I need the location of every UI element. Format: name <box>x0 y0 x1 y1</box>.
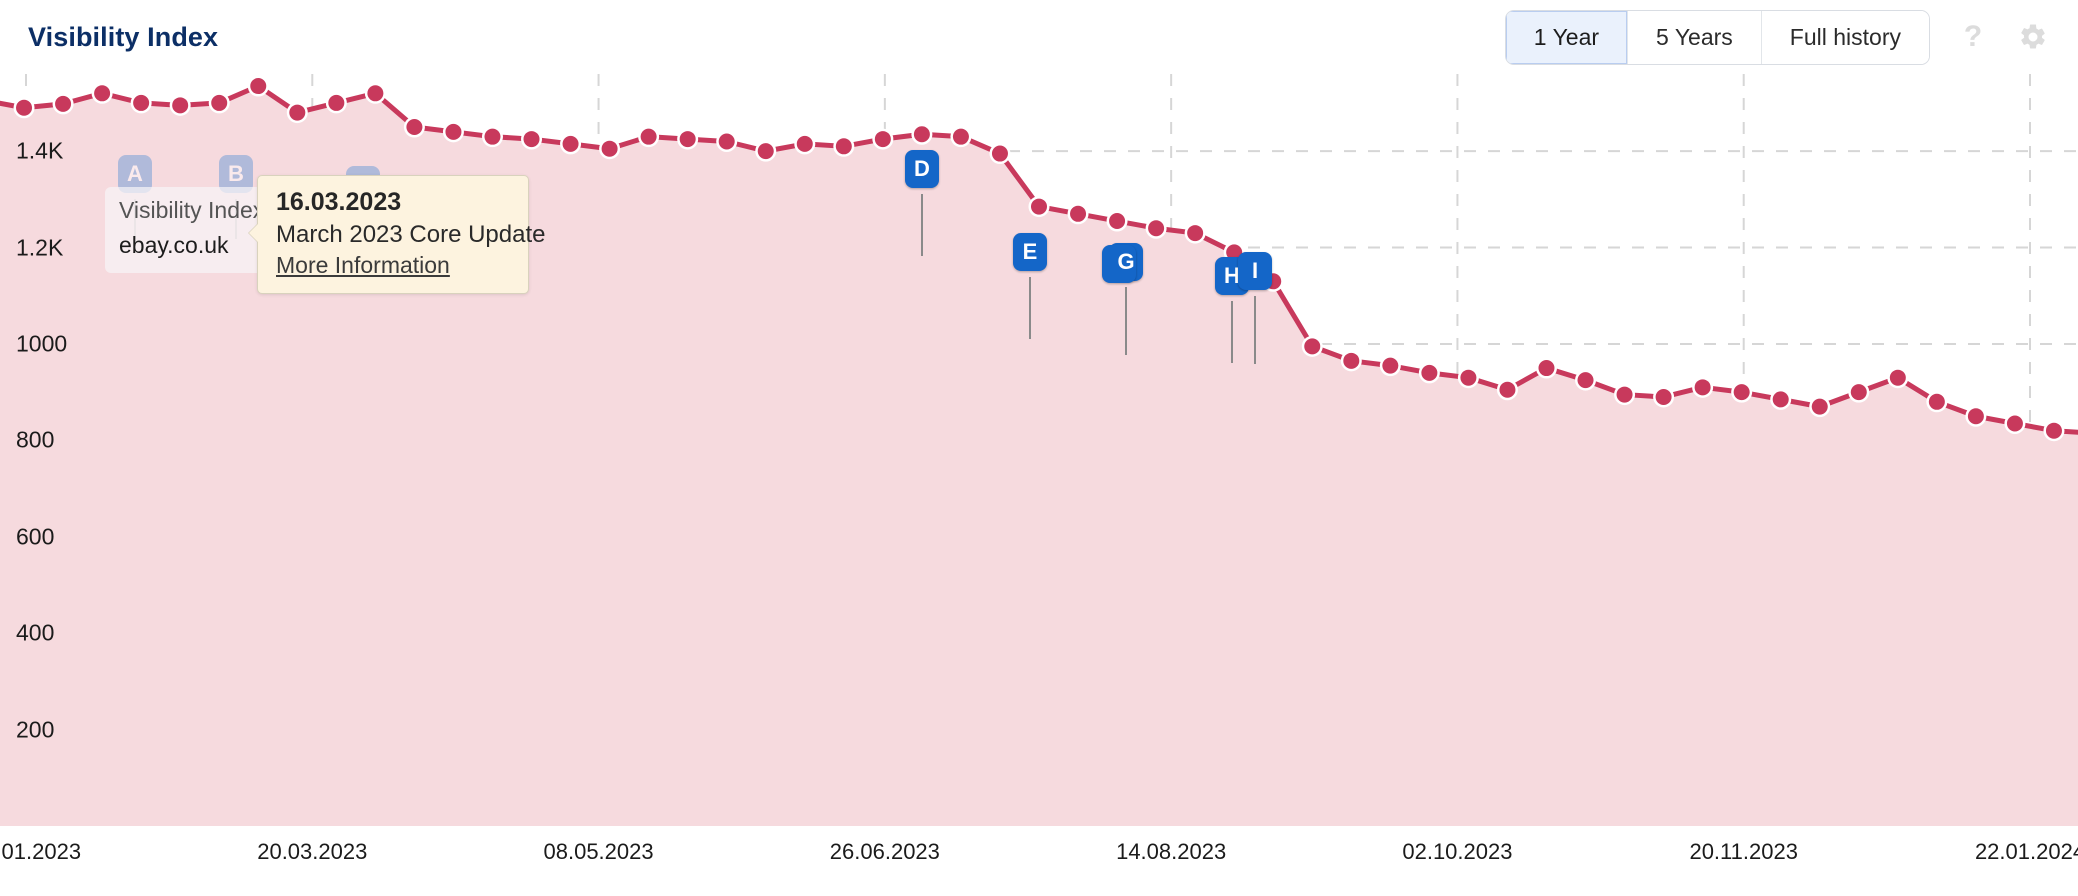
event-marker-D[interactable]: D <box>905 150 939 256</box>
y-tick-200: 200 <box>16 716 55 743</box>
event-marker-badge-E[interactable]: E <box>1013 233 1047 271</box>
plot-area: 1.4K1.2K1000800600400200 ABCDEGHI Visibi… <box>0 74 2078 826</box>
y-tick-400: 400 <box>16 619 55 646</box>
y-tick-800: 800 <box>16 426 55 453</box>
event-marker-badge-I[interactable]: I <box>1238 252 1272 290</box>
x-tick-20.11.2023: 20.11.2023 <box>1689 839 1798 864</box>
y-tick-1.4K: 1.4K <box>16 137 64 164</box>
event-marker-stem-H <box>1231 301 1233 363</box>
range-button-1-year[interactable]: 1 Year <box>1505 10 1629 64</box>
x-axis: 16.01.2023 20.03.2023 08.05.2023 26.06.2023… <box>0 826 2078 896</box>
x-tick-08.05.2023: 08.05.2023 <box>543 839 654 864</box>
time-range-segmented-control[interactable]: 1 Year 5 Years Full history <box>1504 9 1930 65</box>
event-marker-badge-G[interactable]: G <box>1102 243 1143 283</box>
y-tick-600: 600 <box>16 523 55 550</box>
tooltip-event-name: March 2023 Core Update <box>276 221 546 248</box>
page-title: Visibility Index <box>28 21 219 52</box>
range-button-full-history[interactable]: Full history <box>1761 10 1929 64</box>
event-marker-badge-D[interactable]: D <box>905 150 939 188</box>
y-tick-1.2K: 1.2K <box>16 234 64 261</box>
event-marker-stem-E <box>1029 277 1031 339</box>
range-button-5-years[interactable]: 5 Years <box>1628 10 1762 64</box>
x-tick-26.06.2023: 26.06.2023 <box>829 839 940 864</box>
tooltip-more-information-link[interactable]: More Information <box>276 252 512 279</box>
event-marker-E[interactable]: E <box>1013 233 1047 339</box>
x-tick-16.01.2023: 16.01.2023 <box>0 839 82 864</box>
event-marker-stem-I <box>1254 296 1256 364</box>
tooltip-date: 16.03.2023 <box>276 188 402 216</box>
event-marker-I[interactable]: I <box>1238 252 1272 364</box>
chart-container: 1.4K1.2K1000800600400200 ABCDEGHI Visibi… <box>0 74 2078 896</box>
event-marker-stem-D <box>921 194 923 256</box>
question-mark-icon: ? <box>1963 20 1983 53</box>
x-tick-02.10.2023: 02.10.2023 <box>1402 839 1513 864</box>
panel-header: Visibility Index 1 Year 5 Years Full his… <box>0 0 2078 74</box>
x-tick-22.01.2024: 22.01.2024 <box>1974 839 2078 864</box>
y-tick-1000: 1000 <box>16 330 68 357</box>
visibility-index-chart-panel: Visibility Index 1 Year 5 Years Full his… <box>0 0 2078 896</box>
event-tooltip[interactable]: 16.03.2023 March 2023 Core Update More I… <box>248 175 546 294</box>
header-controls: 1 Year 5 Years Full history ? <box>1504 9 2050 65</box>
settings-button[interactable] <box>2016 20 2050 54</box>
help-button[interactable]: ? <box>1956 20 1990 54</box>
event-marker-stem-G <box>1125 287 1127 355</box>
event-marker-G[interactable]: G <box>1102 243 1143 355</box>
gear-icon <box>2021 24 2045 49</box>
x-tick-14.08.2023: 14.08.2023 <box>1116 839 1227 864</box>
x-tick-20.03.2023: 20.03.2023 <box>257 839 368 864</box>
